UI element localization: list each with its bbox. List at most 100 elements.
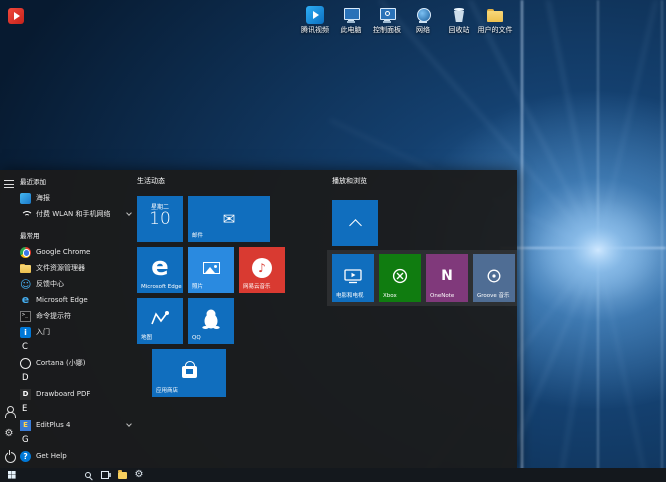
desktop-icon-this-pc[interactable]: 此电脑 xyxy=(333,6,369,34)
tile-label: 应用商店 xyxy=(156,388,178,394)
app-list-item-label: Google Chrome xyxy=(36,248,90,256)
app-list-item-label: 海报 xyxy=(36,193,50,203)
tips-icon xyxy=(20,327,31,338)
desktop-icon-label: 此电脑 xyxy=(333,26,369,34)
app-list-item[interactable]: Get Help xyxy=(18,448,134,464)
red-app-shortcut-icon[interactable] xyxy=(8,8,24,24)
desktop-icon-label: 用户的文件 xyxy=(477,26,513,34)
tile-label: QQ xyxy=(192,335,201,341)
recycle-bin-icon xyxy=(450,6,468,24)
desktop-icon-video-app[interactable]: 腾讯视频 xyxy=(297,6,333,34)
alpha-section-letter[interactable]: E xyxy=(18,402,134,417)
settings-button[interactable]: ⚙ xyxy=(3,428,15,440)
app-list-item-label: EditPlus 4 xyxy=(36,421,70,429)
app-list-item[interactable]: 海报 xyxy=(18,190,134,206)
edge-icon xyxy=(20,295,31,306)
tile-label: 照片 xyxy=(192,284,203,290)
tile-label: Microsoft Edge xyxy=(141,284,182,290)
hamburger-icon[interactable] xyxy=(3,178,15,190)
app-list-item[interactable]: 反馈中心 xyxy=(18,276,134,292)
app-list-item[interactable]: Microsoft Edge xyxy=(18,292,134,308)
movies-tv-icon xyxy=(344,268,362,284)
tile-group-header[interactable]: 生活动态 xyxy=(137,176,165,186)
search-button[interactable] xyxy=(80,468,96,482)
tile-maps[interactable]: 地图 xyxy=(137,298,183,344)
tile-mail[interactable]: ✉ 邮件 xyxy=(188,196,270,242)
editplus-icon xyxy=(20,420,31,431)
start-icon xyxy=(8,471,16,479)
task-view-icon xyxy=(101,471,109,479)
app-list-item-label: Get Help xyxy=(36,452,67,460)
feedback-hub-icon xyxy=(20,279,31,290)
map-route-icon xyxy=(150,310,170,328)
edge-e-icon: e xyxy=(151,254,169,280)
tile-edge[interactable]: e Microsoft Edge xyxy=(137,247,183,293)
app-list-item-label: 反馈中心 xyxy=(36,279,64,289)
taskbar-settings-button[interactable]: ⚙ xyxy=(131,468,147,482)
tile-label: Groove 音乐 xyxy=(477,293,510,299)
app-list-item[interactable]: Drawboard PDF xyxy=(18,386,134,402)
app-list-item[interactable]: 文件资源管理器 xyxy=(18,260,134,276)
app-list-item-label: 入门 xyxy=(36,327,50,337)
chevron-down-icon[interactable] xyxy=(126,421,132,427)
task-view-button[interactable] xyxy=(97,468,113,482)
network-icon xyxy=(414,6,432,24)
app-list-item[interactable]: Google Chrome xyxy=(18,244,134,260)
settings-gear-icon: ⚙ xyxy=(135,468,144,482)
tile-netease-music[interactable]: 网易云音乐 xyxy=(239,247,285,293)
tile-movies-tv[interactable]: 电影和电视 xyxy=(332,254,374,302)
app-list-item[interactable]: 命令提示符 xyxy=(18,308,134,324)
tile-group-header[interactable]: 播放和浏览 xyxy=(332,176,367,186)
onenote-n-icon: N xyxy=(441,269,453,283)
tile-photos[interactable]: 照片 xyxy=(188,247,234,293)
alpha-section-letter[interactable]: G xyxy=(18,433,134,448)
section-header-recently-added: 最近添加 xyxy=(18,174,134,190)
file-explorer-icon xyxy=(20,263,31,274)
start-button[interactable] xyxy=(4,468,20,482)
alpha-section-letter[interactable]: D xyxy=(18,371,134,386)
groove-record-icon xyxy=(486,268,502,284)
chrome-icon xyxy=(20,247,31,258)
user-files-icon xyxy=(486,6,504,24)
tile-onenote[interactable]: N OneNote xyxy=(426,254,468,302)
tile-folder-collapse[interactable] xyxy=(332,200,378,246)
tile-label: 电影和电视 xyxy=(336,293,364,299)
tile-store[interactable]: 应用商店 xyxy=(152,349,226,397)
power-button[interactable] xyxy=(3,450,15,462)
app-list-item[interactable]: 付费 WLAN 和手机网络 xyxy=(18,206,134,222)
user-icon xyxy=(3,406,15,418)
tile-groove-music[interactable]: Groove 音乐 xyxy=(473,254,515,302)
user-account-button[interactable] xyxy=(3,406,15,418)
desktop-icon-label: 网络 xyxy=(405,26,441,34)
section-header-most-used: 最常用 xyxy=(18,228,134,244)
power-icon xyxy=(3,450,15,462)
file-explorer-button[interactable] xyxy=(114,468,130,482)
app-list-item[interactable]: EditPlus 4 xyxy=(18,417,134,433)
app-list-item-label: Microsoft Edge xyxy=(36,296,88,304)
desktop-icon-control-panel[interactable]: 控制面板 xyxy=(369,6,405,34)
alpha-section-letter[interactable]: C xyxy=(18,340,134,355)
poster-app-icon xyxy=(20,193,31,204)
desktop-icon-recycle-bin[interactable]: 回收站 xyxy=(441,6,477,34)
photo-icon xyxy=(203,262,220,274)
chevron-down-icon[interactable] xyxy=(126,210,132,216)
desktop-icon-network[interactable]: 网络 xyxy=(405,6,441,34)
tile-qq[interactable]: QQ xyxy=(188,298,234,344)
tile-label: Xbox xyxy=(383,293,397,299)
store-bag-icon xyxy=(182,366,197,378)
envelope-icon: ✉ xyxy=(223,212,236,227)
app-list-item[interactable]: 入门 xyxy=(18,324,134,340)
tile-calendar[interactable]: 星期二 10 xyxy=(137,196,183,242)
command-prompt-icon xyxy=(20,311,31,322)
app-list-item[interactable]: Cortana (小娜) xyxy=(18,355,134,371)
app-list: 最近添加 海报 付费 WLAN 和手机网络 最常用 Google Chrome … xyxy=(18,174,134,464)
tile-label: 地图 xyxy=(141,335,152,341)
control-panel-icon xyxy=(378,6,396,24)
desktop-icon-label: 控制面板 xyxy=(369,26,405,34)
get-help-icon xyxy=(20,451,31,462)
desktop-icon-user-files[interactable]: 用户的文件 xyxy=(477,6,513,34)
music-note-icon xyxy=(252,258,272,278)
xbox-icon xyxy=(392,268,408,284)
app-list-item-label: 命令提示符 xyxy=(36,311,71,321)
tile-xbox[interactable]: Xbox xyxy=(379,254,421,302)
